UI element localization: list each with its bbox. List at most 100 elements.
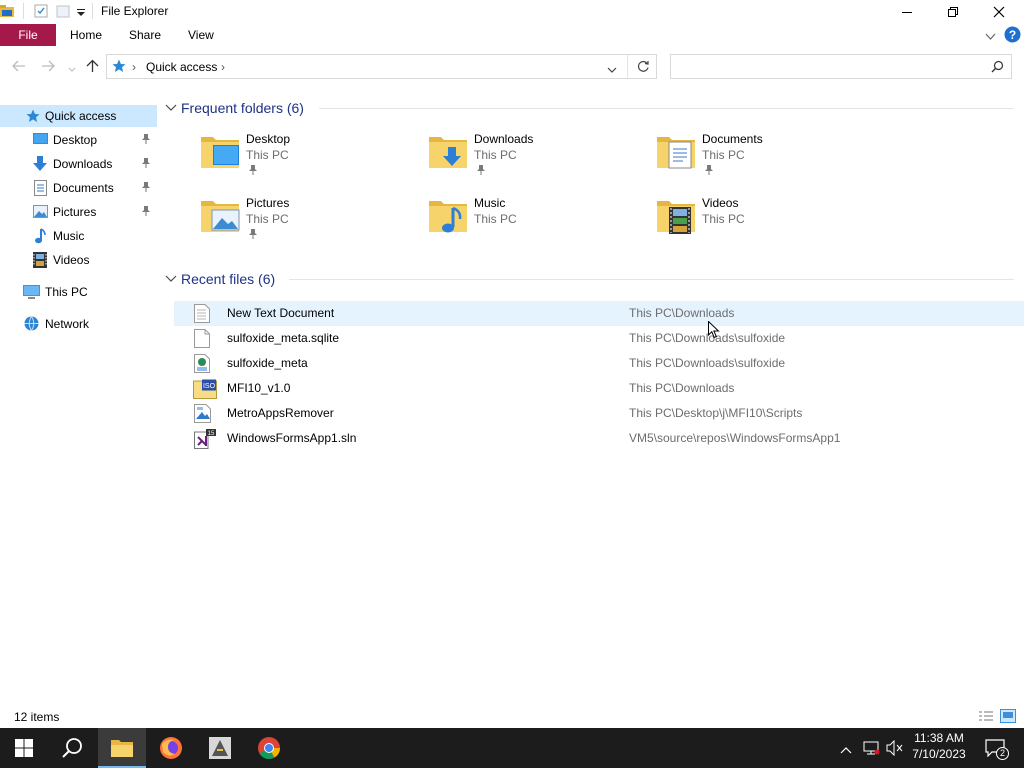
- taskbar: 11:38 AM 7/10/2023 2: [0, 728, 1024, 768]
- folder-tile-desktop[interactable]: Desktop This PC: [199, 132, 419, 188]
- recent-files-header[interactable]: Recent files (6): [165, 270, 275, 288]
- script-file-icon: [194, 404, 212, 426]
- file-path: This PC\Downloads: [629, 306, 735, 320]
- up-arrow-icon[interactable]: [86, 59, 99, 76]
- tab-view[interactable]: View: [188, 24, 214, 46]
- tab-share[interactable]: Share: [129, 24, 161, 46]
- frequent-folders-header[interactable]: Frequent folders (6): [165, 99, 304, 117]
- windows-logo-icon: [15, 739, 33, 757]
- close-icon: [993, 6, 1005, 18]
- notification-count-badge: 2: [996, 747, 1009, 760]
- blank-file-icon: [194, 329, 210, 351]
- tab-file[interactable]: File: [0, 24, 56, 46]
- file-path: VM5\source\repos\WindowsFormsApp1: [629, 431, 841, 445]
- sidebar-item-pictures[interactable]: Pictures: [0, 201, 157, 223]
- clock[interactable]: 11:38 AM 7/10/2023: [905, 731, 973, 761]
- star-icon: [112, 59, 126, 76]
- recent-file-row[interactable]: sulfoxide_meta This PC\Downloads\sulfoxi…: [174, 351, 1024, 376]
- recent-file-row[interactable]: 15 WindowsFormsApp1.sln VM5\source\repos…: [174, 426, 1024, 451]
- documents-folder-icon: [655, 132, 699, 175]
- sidebar-item-music[interactable]: Music: [0, 225, 157, 247]
- recent-file-row[interactable]: MetroAppsRemover This PC\Desktop\j\MFI10…: [174, 401, 1024, 426]
- collapse-chevron-icon: [165, 275, 177, 282]
- folder-name: Music: [474, 196, 506, 210]
- desktop-icon: [33, 133, 48, 149]
- music-folder-icon: [427, 196, 471, 239]
- restore-button[interactable]: [930, 0, 976, 24]
- pin-icon: [704, 164, 714, 179]
- iso-file-icon: ISO: [193, 379, 217, 402]
- file-name: WindowsFormsApp1.sln: [227, 431, 357, 445]
- sidebar-item-desktop[interactable]: Desktop: [0, 129, 157, 151]
- network-icon: [23, 316, 40, 334]
- monitor-icon: [23, 285, 40, 302]
- chrome-icon: [258, 737, 280, 759]
- folder-location: This PC: [474, 212, 517, 226]
- divider: [289, 279, 1014, 280]
- expand-ribbon-chevron-icon[interactable]: [985, 30, 996, 44]
- sidebar-item-quick-access[interactable]: Quick access: [0, 105, 157, 127]
- folder-name: Desktop: [246, 132, 291, 146]
- taskbar-file-explorer[interactable]: [98, 728, 146, 768]
- folder-location: This PC: [702, 212, 745, 226]
- breadcrumb[interactable]: Quick access: [146, 60, 217, 74]
- search-input[interactable]: [670, 54, 1012, 79]
- address-bar[interactable]: › Quick access ›: [106, 54, 657, 79]
- customize-toolbar-chevron-icon[interactable]: [76, 7, 86, 21]
- html-file-icon: [194, 354, 210, 376]
- help-icon[interactable]: ?: [1004, 26, 1021, 46]
- refresh-button[interactable]: [637, 60, 650, 76]
- title-bar: File Explorer: [0, 0, 1024, 24]
- taskbar-chrome[interactable]: [245, 728, 293, 768]
- details-view-icon[interactable]: [978, 710, 994, 725]
- properties-icon[interactable]: [34, 4, 48, 21]
- folder-tile-downloads[interactable]: Downloads This PC: [427, 132, 647, 188]
- folder-tile-videos[interactable]: Videos This PC: [655, 196, 875, 252]
- folder-app-icon[interactable]: [0, 4, 14, 21]
- navigation-pane: Quick access Desktop Downloads Documents: [0, 103, 157, 703]
- close-button[interactable]: [976, 0, 1022, 24]
- download-arrow-icon: [33, 156, 47, 175]
- music-note-icon: [34, 228, 47, 247]
- folder-tile-pictures[interactable]: Pictures This PC: [199, 196, 419, 252]
- sidebar-item-label: Downloads: [53, 157, 113, 171]
- sidebar-item-documents[interactable]: Documents: [0, 177, 157, 199]
- taskbar-search-button[interactable]: [48, 728, 96, 768]
- large-icons-view-icon[interactable]: [1000, 709, 1016, 726]
- minimize-button[interactable]: [884, 0, 930, 24]
- network-status-icon[interactable]: [862, 741, 880, 758]
- recent-file-row[interactable]: sulfoxide_meta.sqlite This PC\Downloads\…: [174, 326, 1024, 351]
- taskbar-firefox[interactable]: [147, 728, 195, 768]
- file-name: MFI10_v1.0: [227, 381, 291, 395]
- sidebar-item-this-pc[interactable]: This PC: [0, 281, 157, 303]
- show-hidden-icons-chevron-icon[interactable]: [840, 743, 852, 757]
- pin-icon: [248, 228, 258, 243]
- divider: [319, 108, 1014, 109]
- folder-tile-documents[interactable]: Documents This PC: [655, 132, 875, 188]
- divider: [23, 3, 24, 19]
- start-button[interactable]: [0, 728, 48, 768]
- sidebar-item-videos[interactable]: Videos: [0, 249, 157, 271]
- folder-name: Documents: [702, 132, 763, 146]
- sidebar-item-network[interactable]: Network: [0, 313, 157, 335]
- forward-arrow-icon[interactable]: [41, 60, 55, 75]
- search-icon[interactable]: [991, 60, 1004, 76]
- volume-muted-icon[interactable]: [886, 739, 904, 759]
- tab-home[interactable]: Home: [70, 24, 102, 46]
- back-arrow-icon[interactable]: [12, 60, 26, 75]
- taskbar-app[interactable]: [196, 728, 244, 768]
- breadcrumb-chevron-icon[interactable]: ›: [221, 60, 225, 74]
- new-folder-icon[interactable]: [56, 4, 70, 21]
- clock-time: 11:38 AM: [914, 731, 964, 745]
- recent-file-row[interactable]: ISO MFI10_v1.0 This PC\Downloads: [174, 376, 1024, 401]
- film-icon: [33, 252, 47, 271]
- app-icon: [209, 737, 231, 759]
- address-dropdown-chevron-icon[interactable]: [607, 63, 617, 77]
- sidebar-item-downloads[interactable]: Downloads: [0, 153, 157, 175]
- folder-tile-music[interactable]: Music This PC: [427, 196, 647, 252]
- folder-name: Pictures: [246, 196, 290, 210]
- recent-locations-chevron-icon[interactable]: [68, 62, 76, 76]
- folder-location: This PC: [246, 212, 289, 226]
- visual-studio-solution-icon: 15: [194, 429, 216, 452]
- recent-file-row[interactable]: New Text Document This PC\Downloads: [174, 301, 1024, 326]
